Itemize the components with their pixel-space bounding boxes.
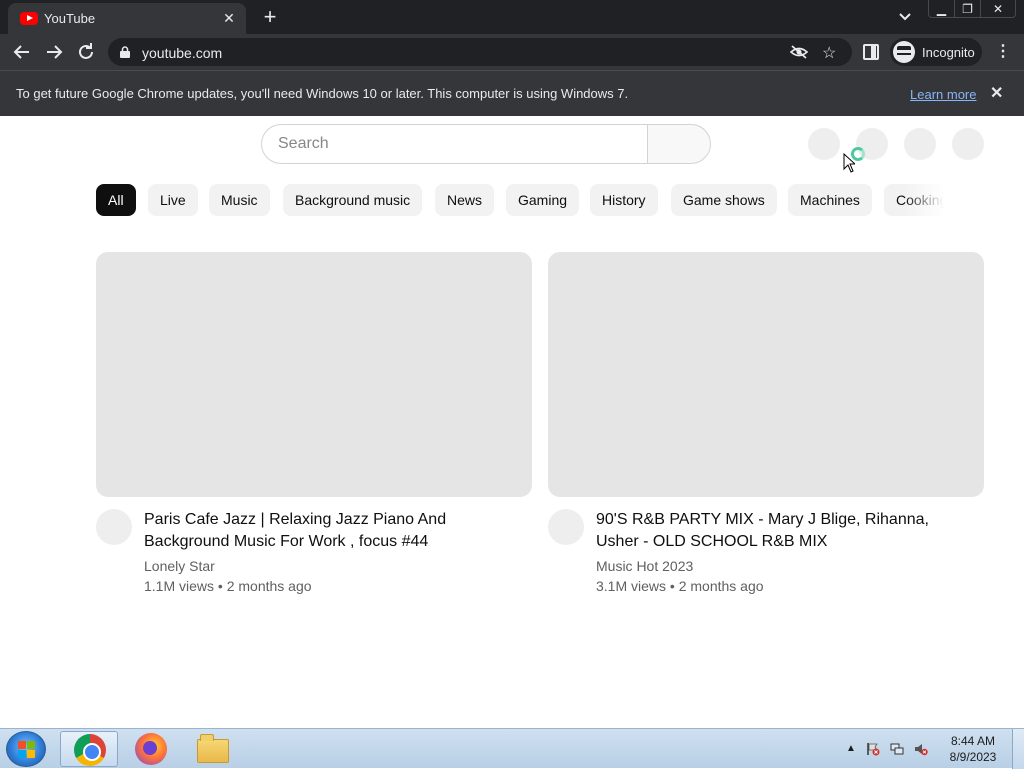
search-button[interactable] [647, 124, 711, 164]
chips-fade-overlay [904, 183, 944, 217]
video-metadata: 1.1M views • 2 months ago [144, 578, 312, 594]
firefox-icon [135, 733, 167, 765]
chip-gaming[interactable]: Gaming [506, 184, 580, 216]
video-card[interactable]: Paris Cafe Jazz | Relaxing Jazz Piano An… [96, 252, 532, 594]
search-input[interactable] [278, 133, 628, 155]
video-title[interactable]: 90'S R&B PARTY MIX - Mary J Blige, Rihan… [596, 509, 956, 553]
url-text[interactable]: youtube.com [142, 45, 222, 61]
show-hidden-icons-icon[interactable]: ▲ [846, 743, 856, 754]
chip-game-shows[interactable]: Game shows [671, 184, 777, 216]
tab-title: YouTube [44, 11, 96, 26]
video-title[interactable]: Paris Cafe Jazz | Relaxing Jazz Piano An… [144, 509, 504, 553]
update-infobar: To get future Google Chrome updates, you… [0, 70, 1024, 116]
video-thumbnail[interactable] [548, 252, 984, 497]
start-button[interactable] [6, 731, 46, 767]
incognito-label: Incognito [922, 45, 975, 60]
taskbar-chrome[interactable] [60, 731, 118, 767]
new-tab-button[interactable]: + [257, 5, 283, 29]
channel-avatar[interactable] [548, 509, 584, 545]
browser-toolbar: youtube.com ☆ Incognito ⋮ [0, 34, 1024, 70]
category-chips-bar: All Live Music Background music News Gam… [96, 183, 944, 217]
third-party-cookies-blocked-icon[interactable] [790, 44, 808, 60]
address-bar[interactable]: youtube.com ☆ [108, 38, 852, 66]
restore-window-button[interactable]: ❐ [954, 0, 981, 18]
incognito-icon [893, 41, 915, 63]
tab-search-chevron-icon[interactable] [894, 8, 916, 26]
chip-live[interactable]: Live [148, 184, 198, 216]
youtube-page: All Live Music Background music News Gam… [0, 116, 1024, 728]
learn-more-link[interactable]: Learn more [910, 87, 976, 102]
video-metadata: 3.1M views • 2 months ago [596, 578, 764, 594]
chip-news[interactable]: News [435, 184, 495, 216]
system-tray: ▲ [842, 733, 942, 765]
chrome-icon [74, 734, 106, 766]
system-clock[interactable]: 8:44 AM 8/9/2023 [944, 733, 1002, 765]
video-thumbnail[interactable] [96, 252, 532, 497]
forward-arrow-icon[interactable] [42, 40, 66, 64]
sign-in-button-placeholder[interactable] [952, 128, 984, 160]
tab-strip: YouTube ✕ + ▁ ❐ ✕ [0, 0, 1024, 34]
windows-logo-icon [18, 741, 36, 759]
lock-icon[interactable] [120, 46, 130, 58]
tab-youtube[interactable]: YouTube ✕ [8, 3, 246, 34]
clock-time: 8:44 AM [950, 734, 996, 748]
taskbar-firefox[interactable] [122, 731, 180, 767]
chrome-menu-icon[interactable]: ⋮ [994, 43, 1012, 61]
settings-button-placeholder[interactable] [904, 128, 936, 160]
video-card[interactable]: 90'S R&B PARTY MIX - Mary J Blige, Rihan… [548, 252, 984, 594]
chip-history[interactable]: History [590, 184, 658, 216]
close-tab-icon[interactable]: ✕ [220, 9, 238, 27]
volume-muted-icon[interactable] [914, 742, 928, 756]
incognito-profile-button[interactable]: Incognito [890, 38, 982, 66]
chip-background-music[interactable]: Background music [283, 184, 423, 216]
network-icon[interactable] [890, 742, 904, 756]
minimize-window-button[interactable]: ▁ [928, 0, 955, 18]
windows-taskbar: ▲ 8:44 AM 8/9/2023 [0, 728, 1024, 769]
infobar-message: To get future Google Chrome updates, you… [16, 86, 629, 101]
show-desktop-button[interactable] [1012, 729, 1024, 769]
side-panel-icon[interactable] [863, 44, 879, 60]
busy-spinner-icon [851, 147, 865, 161]
channel-name[interactable]: Lonely Star [144, 558, 215, 574]
chip-music[interactable]: Music [209, 184, 270, 216]
close-infobar-icon[interactable]: ✕ [990, 83, 1003, 103]
bookmark-star-icon[interactable]: ☆ [822, 43, 836, 63]
chip-all[interactable]: All [96, 184, 136, 216]
action-center-flag-icon[interactable] [866, 742, 880, 756]
folder-icon [197, 734, 229, 763]
search-box[interactable] [261, 124, 648, 164]
taskbar-explorer[interactable] [184, 731, 242, 767]
reload-icon[interactable] [74, 40, 98, 64]
channel-name[interactable]: Music Hot 2023 [596, 558, 693, 574]
youtube-favicon-icon [20, 12, 38, 25]
create-button-placeholder[interactable] [808, 128, 840, 160]
back-arrow-icon[interactable] [10, 40, 34, 64]
chip-machines[interactable]: Machines [788, 184, 872, 216]
channel-avatar[interactable] [96, 509, 132, 545]
close-window-button[interactable]: ✕ [980, 0, 1016, 18]
clock-date: 8/9/2023 [949, 750, 997, 764]
